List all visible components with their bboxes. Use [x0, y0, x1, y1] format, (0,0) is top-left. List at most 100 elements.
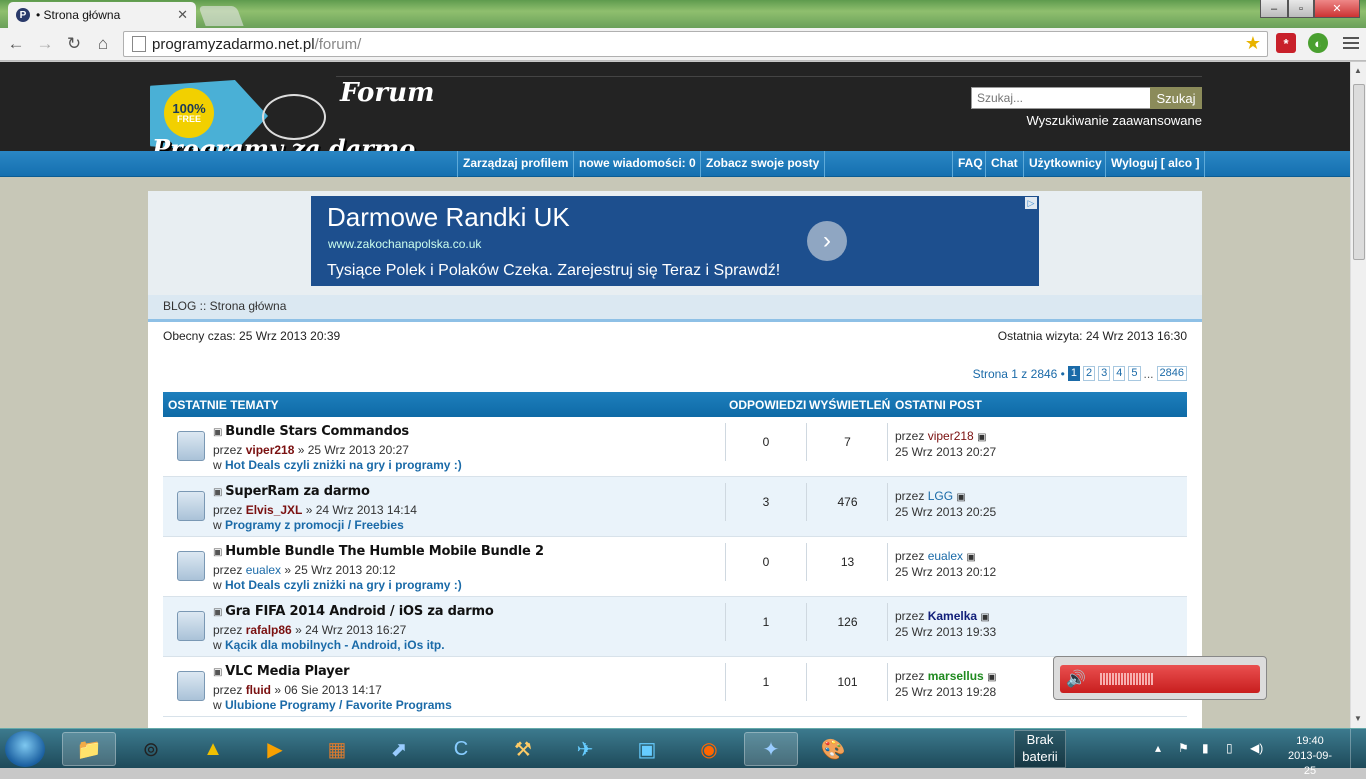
home-icon[interactable]: ⌂ [93, 34, 113, 54]
nav-own-posts[interactable]: Zobacz swoje posty [700, 151, 826, 177]
nav-faq[interactable]: FAQ [952, 151, 988, 177]
topic-title-link[interactable]: ▣ Humble Bundle The Humble Mobile Bundle … [213, 544, 544, 559]
nav-manage-profile[interactable]: Zarządzaj profilem [457, 151, 573, 177]
aimp-taskbar-icon[interactable]: ▲ [186, 732, 240, 766]
goto-post-icon[interactable]: ▣ [966, 552, 975, 563]
page-link-5[interactable]: 5 [1128, 366, 1141, 381]
search-input[interactable] [971, 87, 1151, 109]
archive-taskbar-icon[interactable]: ▦ [310, 732, 364, 766]
ad-title[interactable]: Darmowe Randki UK [327, 202, 570, 233]
adchoices-icon[interactable]: ▷ [1025, 197, 1037, 209]
topic-title[interactable]: VLC Media Player [225, 664, 349, 679]
forum-link[interactable]: Programy z promocji / Freebies [225, 518, 404, 532]
goto-post-icon[interactable]: ▣ [977, 432, 986, 443]
flag-icon[interactable]: ⚑ [1178, 741, 1189, 755]
ad-arrow-icon[interactable]: › [807, 221, 847, 261]
page-scrollbar[interactable]: ▲ ▼ [1350, 62, 1366, 728]
page-link-last[interactable]: 2846 [1156, 366, 1187, 381]
forum-link[interactable]: Kącik dla mobilnych - Android, iOs itp. [225, 638, 445, 652]
tab-close-icon[interactable]: ✕ [177, 7, 188, 23]
new-tab-button[interactable] [198, 6, 244, 26]
back-arrow-icon[interactable]: ← [6, 34, 26, 54]
battery-status[interactable]: Brak baterii [1014, 730, 1066, 768]
page-link-1[interactable]: 1 [1067, 366, 1080, 381]
topic-title-link[interactable]: ▣ VLC Media Player [213, 664, 350, 679]
tray-expand-icon[interactable]: ▴ [1155, 741, 1161, 755]
topic-title[interactable]: Humble Bundle The Humble Mobile Bundle 2 [225, 544, 544, 559]
close-window-button[interactable]: ✕ [1314, 0, 1360, 18]
author-link[interactable]: fluid [246, 683, 271, 697]
goto-post-icon[interactable]: ▣ [980, 612, 989, 623]
author-link[interactable]: Elvis_JXL [246, 503, 303, 517]
paint-taskbar-icon[interactable]: 🎨 [806, 732, 860, 766]
author-link[interactable]: viper218 [246, 443, 295, 457]
nav-logout[interactable]: Wyloguj [ alco ] [1105, 151, 1206, 177]
page-link-4[interactable]: 4 [1113, 366, 1126, 381]
tools-taskbar-icon[interactable]: ⚒ [496, 732, 550, 766]
page-link-3[interactable]: 3 [1098, 366, 1111, 381]
advanced-search-link[interactable]: Wyszukiwanie zaawansowane [1027, 113, 1202, 128]
nav-chat[interactable]: Chat [985, 151, 1023, 177]
network-icon[interactable]: ▮ [1202, 741, 1209, 755]
topic-title[interactable]: SuperRam za darmo [225, 484, 370, 499]
minimize-button[interactable]: – [1260, 0, 1288, 18]
url-path: /forum/ [314, 35, 362, 53]
scroll-thumb[interactable] [1353, 84, 1365, 260]
tab-active[interactable]: P • Strona główna ✕ [8, 2, 196, 28]
breadcrumb[interactable]: BLOG :: Strona główna [148, 295, 1202, 322]
goto-post-icon[interactable]: ▣ [987, 672, 996, 683]
bird-taskbar-icon[interactable]: ✈ [558, 732, 612, 766]
last-post-user-link[interactable]: marsellus [928, 669, 984, 683]
last-post-user-link[interactable]: viper218 [928, 429, 974, 443]
last-post-user-link[interactable]: eualex [928, 549, 963, 563]
antivirus-taskbar-icon[interactable]: ⊚ [124, 732, 178, 766]
reload-icon[interactable]: ↻ [64, 34, 84, 54]
firefox-taskbar-icon[interactable]: ◉ [682, 732, 736, 766]
scroll-up-icon[interactable]: ▲ [1354, 66, 1362, 75]
author-link[interactable]: rafalp86 [246, 623, 292, 637]
system-clock[interactable]: 19:40 2013-09-25 [1282, 734, 1338, 779]
ad-banner[interactable]: Darmowe Randki UK www.zakochanapolska.co… [311, 196, 1039, 286]
topic-folder-icon [177, 491, 205, 521]
start-button[interactable] [5, 731, 45, 767]
topic-title[interactable]: Bundle Stars Commandos [225, 424, 409, 439]
media-player-taskbar-icon[interactable]: ▶ [248, 732, 302, 766]
search-button[interactable]: Szukaj [1150, 87, 1202, 109]
app-taskbar-icon[interactable]: ⬈ [372, 732, 426, 766]
explorer-taskbar-icon[interactable]: 📁 [62, 732, 116, 766]
nav-new-messages[interactable]: nowe wiadomości: 0 [573, 151, 701, 177]
topic-title-link[interactable]: ▣ Gra FIFA 2014 Android / iOS za darmo [213, 604, 494, 619]
scroll-down-icon[interactable]: ▼ [1354, 714, 1362, 723]
topic-title-link[interactable]: ▣ SuperRam za darmo [213, 484, 370, 499]
topic-title[interactable]: Gra FIFA 2014 Android / iOS za darmo [225, 604, 494, 619]
forward-arrow-icon[interactable]: → [35, 34, 55, 54]
last-post-user-link[interactable]: LGG [928, 489, 953, 503]
address-bar[interactable]: programyzadarmo.net.pl/forum/ ★ [123, 31, 1268, 57]
last-visit: Ostatnia wizyta: 24 Wrz 2013 16:30 [997, 329, 1187, 343]
battery-icon[interactable]: ▯ [1226, 741, 1233, 755]
topic-title-link[interactable]: ▣ Bundle Stars Commandos [213, 424, 409, 439]
volume-icon[interactable]: ◀) [1250, 741, 1263, 755]
author-link[interactable]: eualex [246, 563, 281, 577]
nav-users[interactable]: Użytkownicy [1023, 151, 1107, 177]
last-post-user-link[interactable]: Kamelka [928, 609, 977, 623]
browser-toolbar: ← → ↻ ⌂ programyzadarmo.net.pl/forum/ ★ … [0, 28, 1366, 61]
ad-description[interactable]: Tysiące Polek i Polaków Czeka. Zarejestr… [327, 262, 780, 280]
ccleaner-taskbar-icon[interactable]: C [434, 732, 488, 766]
topic-meta: przez viper218 » 25 Wrz 2013 20:27 [213, 443, 409, 457]
page-link-2[interactable]: 2 [1083, 366, 1096, 381]
maxthon-taskbar-icon[interactable]: ▣ [620, 732, 674, 766]
extension-lastpass-icon[interactable]: * [1276, 33, 1296, 53]
bookmark-star-icon[interactable]: ★ [1245, 33, 1261, 54]
maximize-button[interactable]: ▫ [1288, 0, 1314, 18]
goto-post-icon[interactable]: ▣ [956, 492, 965, 503]
forum-link[interactable]: Hot Deals czyli zniżki na gry i programy… [225, 578, 462, 592]
browser-taskbar-icon[interactable]: ✦ [744, 732, 798, 766]
chrome-menu-icon[interactable] [1342, 34, 1360, 52]
forum-link[interactable]: Hot Deals czyli zniżki na gry i programy… [225, 458, 462, 472]
topics-table-header: OSTATNIE TEMATY ODPOWIEDZI WYŚWIETLEŃ OS… [163, 392, 1187, 417]
show-desktop-button[interactable] [1350, 729, 1366, 769]
ad-url[interactable]: www.zakochanapolska.co.uk [328, 237, 481, 251]
forum-link[interactable]: Ulubione Programy / Favorite Programs [225, 698, 452, 712]
extension-green-icon[interactable]: ◐ [1308, 33, 1328, 53]
